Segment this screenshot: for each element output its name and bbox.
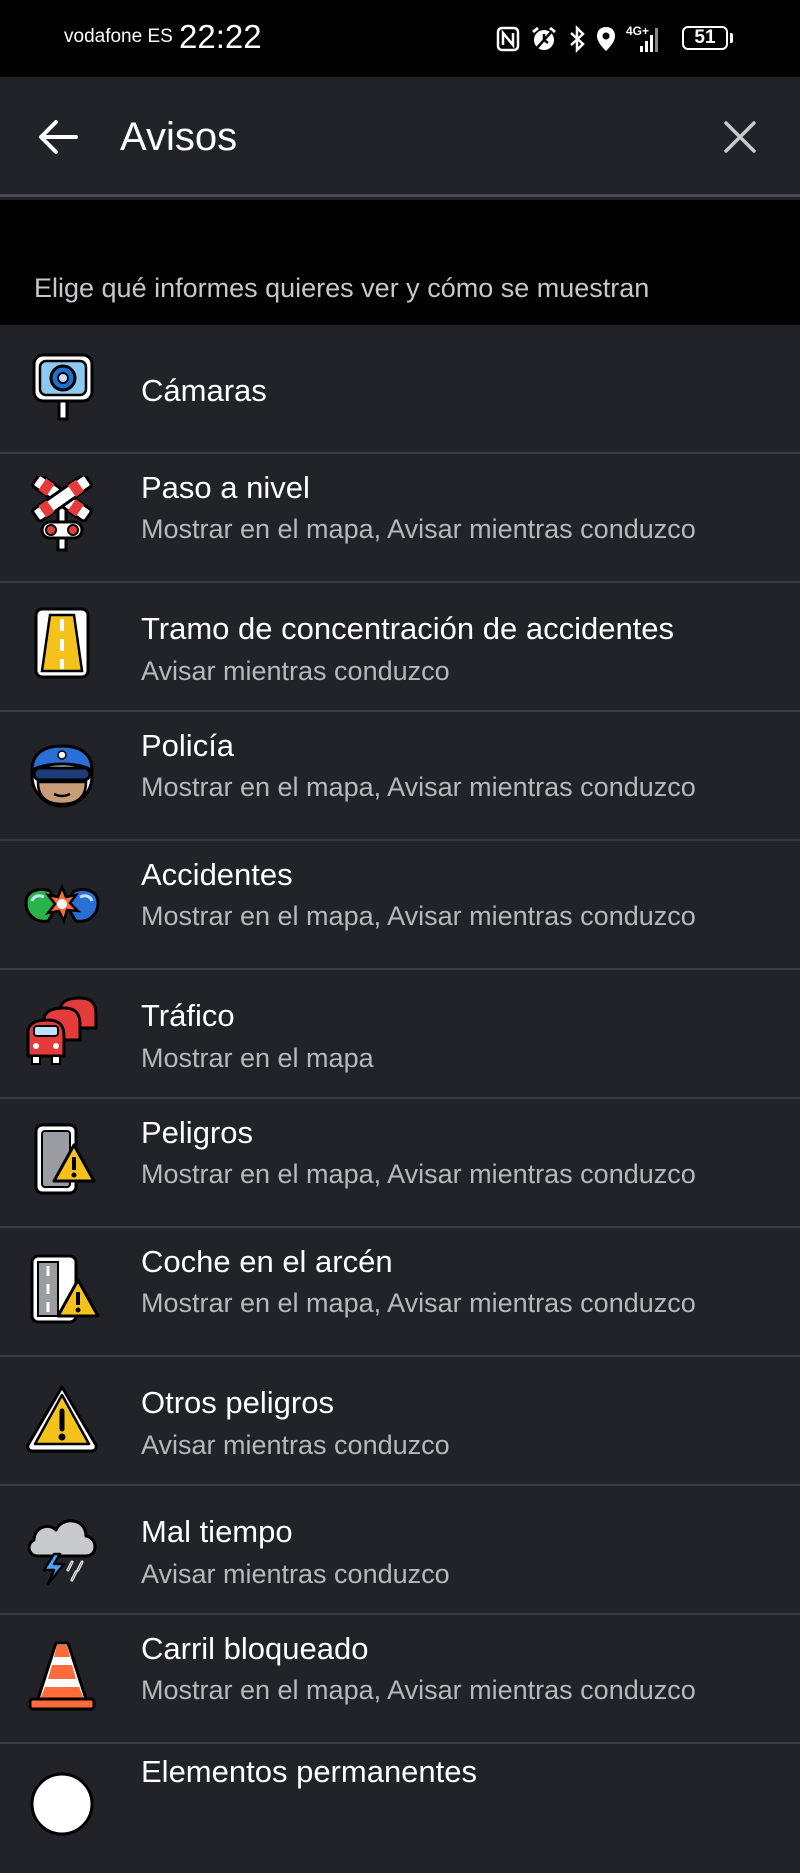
railway-crossing-icon: [31, 476, 93, 552]
police-icon: [30, 744, 94, 808]
battery-tip: [730, 33, 733, 43]
item-label: Tráfico: [141, 998, 235, 1033]
item-subtitle: Mostrar en el mapa, Avisar mientras cond…: [141, 1675, 696, 1705]
item-subtitle: Mostrar en el mapa, Avisar mientras cond…: [141, 1288, 696, 1318]
clock: 22:22: [179, 18, 262, 55]
item-label: Peligros: [141, 1115, 253, 1150]
item-label: Carril bloqueado: [141, 1631, 369, 1666]
warning-triangle-icon: [26, 1385, 98, 1453]
item-label: Tramo de concentración de accidentes: [141, 611, 675, 646]
battery-level: 51: [694, 27, 716, 48]
item-label: Accidentes: [141, 857, 293, 892]
signal-icon: 4G+: [626, 24, 660, 54]
item-label: Mal tiempo: [141, 1514, 293, 1549]
item-subtitle: Avisar mientras conduzco: [141, 1430, 450, 1460]
road-hazard-icon: [34, 1123, 96, 1195]
item-subtitle: Mostrar en el mapa: [141, 1043, 374, 1073]
item-label: Paso a nivel: [141, 470, 310, 505]
list-item-mal-tiempo[interactable]: Mal tiempo Avisar mientras conduzco: [0, 1486, 800, 1615]
alarm-icon: [532, 26, 556, 50]
item-subtitle: Mostrar en el mapa, Avisar mientras cond…: [141, 1159, 696, 1189]
list-item-coche-arcen[interactable]: Coche en el arcén Mostrar en el mapa, Av…: [0, 1228, 800, 1357]
list-item-tramo-accidentes[interactable]: Tramo de concentración de accidentes Avi…: [0, 583, 800, 712]
arrow-left-icon[interactable]: [36, 117, 80, 157]
page-title: Avisos: [120, 115, 238, 159]
car-crash-icon: [24, 883, 100, 925]
carrier-name: vodafone ES: [64, 26, 173, 47]
accident-zone-road-icon: [34, 607, 90, 679]
section-description: Elige qué informes quieres ver y cómo se…: [0, 200, 800, 325]
list-item-camaras[interactable]: Cámaras: [0, 325, 800, 454]
list-item-otros-peligros[interactable]: Otros peligros Avisar mientras conduzco: [0, 1357, 800, 1486]
item-label: Elementos permanentes: [141, 1754, 478, 1789]
item-subtitle: Mostrar en el mapa, Avisar mientras cond…: [141, 901, 696, 931]
status-bar: vodafone ES 22:22 4G+ 51: [0, 0, 800, 77]
item-subtitle: Mostrar en el mapa, Avisar mientras cond…: [141, 514, 696, 544]
nfc-icon: [496, 26, 520, 52]
battery-icon: 51: [682, 26, 728, 50]
item-subtitle: Avisar mientras conduzco: [141, 656, 450, 686]
status-icons: 4G+: [496, 22, 660, 56]
item-label: Coche en el arcén: [141, 1244, 393, 1279]
list-item-peligros[interactable]: Peligros Mostrar en el mapa, Avisar mien…: [0, 1099, 800, 1228]
item-subtitle: Mostrar en el mapa, Avisar mientras cond…: [141, 772, 696, 802]
permanent-element-icon: [30, 1772, 94, 1836]
close-icon[interactable]: [720, 117, 760, 157]
description-text: Elige qué informes quieres ver y cómo se…: [34, 273, 650, 303]
item-subtitle: Avisar mientras conduzco: [141, 1559, 450, 1589]
item-label: Cámaras: [141, 373, 267, 408]
car-on-shoulder-icon: [30, 1254, 100, 1324]
speed-camera-icon: [32, 353, 94, 421]
list-item-elementos-permanentes[interactable]: Elementos permanentes: [0, 1744, 800, 1873]
list-item-accidentes[interactable]: Accidentes Mostrar en el mapa, Avisar mi…: [0, 841, 800, 970]
bluetooth-icon: [570, 25, 585, 53]
list-item-paso-a-nivel[interactable]: Paso a nivel Mostrar en el mapa, Avisar …: [0, 454, 800, 583]
app-bar: Avisos: [0, 77, 800, 197]
traffic-cars-icon: [26, 996, 98, 1065]
item-label: Otros peligros: [141, 1385, 334, 1420]
location-icon: [597, 27, 615, 51]
list-item-carril-bloqueado[interactable]: Carril bloqueado Mostrar en el mapa, Avi…: [0, 1615, 800, 1744]
alerts-list: Cámaras Paso a nivel Mostrar en el mapa,…: [0, 325, 800, 1873]
storm-cloud-icon: [27, 1519, 97, 1586]
item-label: Policía: [141, 728, 235, 763]
list-item-policia[interactable]: Policía Mostrar en el mapa, Avisar mient…: [0, 712, 800, 841]
list-item-trafico[interactable]: Tráfico Mostrar en el mapa: [0, 970, 800, 1099]
traffic-cone-icon: [28, 1641, 96, 1711]
